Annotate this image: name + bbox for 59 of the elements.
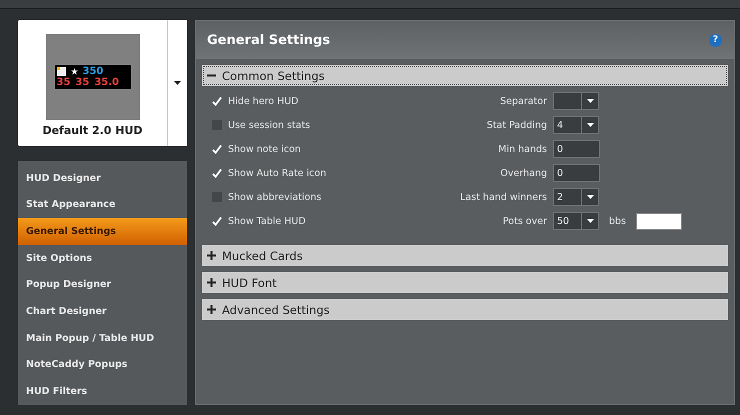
checkbox[interactable] xyxy=(212,144,222,154)
panel-title: General Settings xyxy=(207,32,330,48)
note-icon xyxy=(56,67,66,76)
hud-stat: 35 xyxy=(75,77,90,88)
checkbox-label: Show Auto Rate icon xyxy=(228,168,326,178)
field-label: Overhang xyxy=(499,168,547,178)
section-title: HUD Font xyxy=(222,276,277,290)
checkbox-label: Show abbreviations xyxy=(228,192,322,202)
color-swatch[interactable] xyxy=(636,212,682,230)
dropdown-field[interactable] xyxy=(553,92,599,110)
checkbox-label: Show Table HUD xyxy=(228,216,306,226)
hud-preview-card[interactable]: 350 35 35 35.0 Default 2.0 HUD xyxy=(18,20,187,146)
dropdown-field[interactable]: 50 xyxy=(553,212,599,230)
sidebar-item[interactable]: Popup Designer xyxy=(18,272,187,298)
field-label: Min hands xyxy=(497,144,547,154)
input-field[interactable]: 0 xyxy=(553,164,600,182)
section-header[interactable]: Common Settings xyxy=(202,65,728,86)
field-label: Pots over xyxy=(502,216,547,226)
star-icon xyxy=(70,68,78,75)
checkbox-label: Hide hero HUD xyxy=(228,96,298,106)
help-button[interactable]: ? xyxy=(709,34,722,46)
dropdown-field[interactable]: 4 xyxy=(553,116,599,134)
checkbox[interactable] xyxy=(212,216,222,226)
section-title: Mucked Cards xyxy=(222,248,303,262)
checkbox[interactable] xyxy=(212,168,222,178)
plus-icon xyxy=(207,305,216,314)
field-label: Last hand winners xyxy=(459,192,547,202)
unit-label: bbs xyxy=(609,216,626,226)
plus-icon xyxy=(207,251,216,260)
caret-icon xyxy=(586,195,594,199)
sidebar-item[interactable]: HUD Filters xyxy=(18,378,187,405)
checkbox-label: Use session stats xyxy=(228,120,310,130)
caret-icon xyxy=(586,219,594,223)
hud-name: Default 2.0 HUD xyxy=(42,124,143,137)
section-header[interactable]: Mucked Cards xyxy=(202,245,728,266)
hud-stat: 35 xyxy=(56,77,70,88)
field-label: Stat Padding xyxy=(486,120,547,130)
sidebar-item[interactable]: Chart Designer xyxy=(18,298,187,325)
checkbox-label: Show note icon xyxy=(228,144,301,154)
caret-icon xyxy=(586,99,594,103)
plus-icon xyxy=(207,278,216,287)
input-field[interactable]: 0 xyxy=(553,140,600,158)
section-header[interactable]: HUD Font xyxy=(202,272,728,293)
dropdown-field[interactable]: 2 xyxy=(553,188,599,206)
caret-icon xyxy=(174,80,181,85)
sidebar-item[interactable]: General Settings xyxy=(18,218,187,245)
checkbox[interactable] xyxy=(212,96,222,106)
sidebar-item[interactable]: NoteCaddy Popups xyxy=(18,352,187,378)
caret-icon xyxy=(586,123,594,127)
section-title: Common Settings xyxy=(222,68,325,82)
sidebar-item[interactable]: Site Options xyxy=(18,244,187,272)
section-title: Advanced Settings xyxy=(222,302,330,316)
section-header[interactable]: Advanced Settings xyxy=(202,299,728,320)
sidebar-item[interactable]: Main Popup / Table HUD xyxy=(18,324,187,352)
sidebar-item[interactable]: Stat Appearance xyxy=(18,192,187,218)
field-label: Separator xyxy=(499,96,547,106)
hud-stat: 35.0 xyxy=(94,77,120,88)
sidebar-item[interactable]: HUD Designer xyxy=(18,164,187,192)
hud-stat: 350 xyxy=(82,66,104,77)
